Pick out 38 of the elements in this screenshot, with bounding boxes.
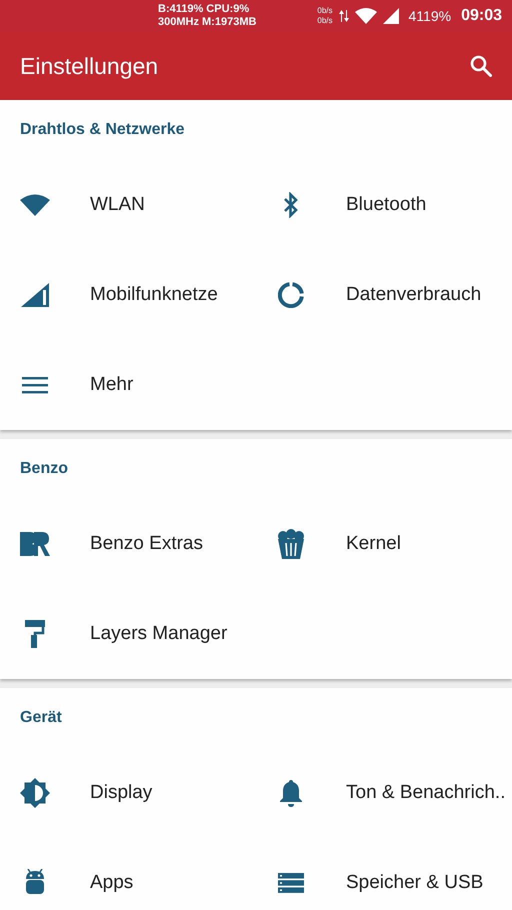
brightness-icon xyxy=(20,778,50,808)
settings-item[interactable]: Datenverbrauch xyxy=(256,250,512,340)
status-stats: B:4119% CPU:9% xyxy=(158,3,250,16)
android-robot-icon xyxy=(24,869,46,897)
settings-item[interactable]: Mobilfunknetze xyxy=(0,250,256,340)
settings-item[interactable]: Bluetooth xyxy=(256,160,512,250)
logo-icon xyxy=(20,532,50,556)
settings-item[interactable]: WLAN xyxy=(0,160,256,250)
clock: 09:03 xyxy=(461,7,502,25)
section-header: Gerät xyxy=(20,709,62,727)
settings-item[interactable]: Layers Manager xyxy=(0,589,256,679)
app-title: Einstellungen xyxy=(20,52,158,80)
settings-item[interactable]: Benzo Extras xyxy=(0,499,256,589)
settings-item[interactable]: Kernel xyxy=(256,499,512,589)
storage-icon xyxy=(278,873,304,893)
network-speed: 0b/s xyxy=(317,16,333,26)
section-header: Drahtlos & Netzwerke xyxy=(20,121,184,139)
menu-icon xyxy=(22,376,48,394)
popcorn-bucket-icon xyxy=(277,529,305,559)
battery-level: 4119% xyxy=(408,8,452,24)
section-header: Benzo xyxy=(20,460,68,478)
signal-icon xyxy=(21,283,49,307)
paint-roller-icon xyxy=(23,620,47,648)
settings-item[interactable]: Display xyxy=(0,748,256,838)
settings-item[interactable]: Apps xyxy=(0,838,256,910)
settings-item[interactable]: Speicher & USB xyxy=(256,838,512,910)
signal-icon xyxy=(382,8,399,24)
settings-item[interactable]: Ton & Benachrich.. xyxy=(256,748,512,838)
wifi-icon xyxy=(354,8,377,24)
data-usage-icon xyxy=(278,282,304,308)
data-arrows-icon xyxy=(338,9,349,23)
status-stats: 300MHz M:1973MB xyxy=(158,16,256,29)
settings-item[interactable]: Mehr xyxy=(0,340,256,430)
network-speed: 0b/s xyxy=(317,6,333,16)
wifi-icon xyxy=(20,194,50,216)
bell-icon xyxy=(279,779,303,807)
search-icon[interactable] xyxy=(470,55,492,77)
bluetooth-icon xyxy=(283,192,299,218)
